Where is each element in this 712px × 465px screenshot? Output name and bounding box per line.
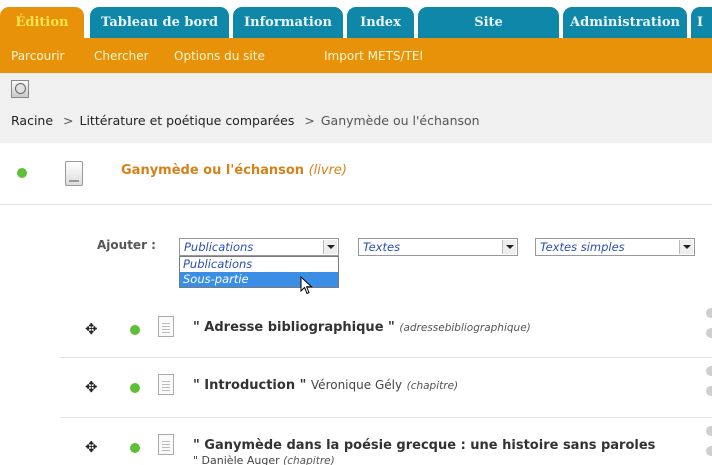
submenu-site-options[interactable]: Options du site: [174, 38, 265, 73]
mouse-cursor-icon: [300, 276, 313, 295]
entry-title-text[interactable]: " Introduction ": [193, 378, 306, 393]
publication-type: (livre): [308, 163, 347, 178]
chevron-down-icon[interactable]: [502, 240, 516, 254]
breadcrumb-current: Ganymède ou l'échanson: [320, 113, 480, 128]
dropdown-option-sous-partie[interactable]: Sous-partie: [180, 272, 338, 287]
tab-index[interactable]: Index: [347, 7, 414, 38]
entry-title[interactable]: " Ganymède dans la poésie grecque : une …: [193, 438, 655, 453]
breadcrumb-bar: Racine > Littérature et poétique comparée…: [0, 73, 712, 143]
document-icon: [158, 434, 174, 455]
tab-overflow[interactable]: I: [691, 7, 712, 38]
entry-subline: " Danièle Auger (chapitre): [193, 454, 335, 465]
publication-header: Ganymède ou l'échanson (livre): [0, 143, 712, 205]
list-item: ✥ " Ganymède dans la poésie grecque : un…: [60, 418, 712, 465]
chevron-down-icon[interactable]: [679, 240, 693, 254]
tab-information[interactable]: Information: [233, 7, 343, 38]
select-value: Textes: [363, 240, 401, 254]
publications-dropdown-list: Publications Sous-partie: [179, 256, 339, 288]
move-handle-icon[interactable]: ✥: [85, 378, 98, 396]
dropdown-option-publications[interactable]: Publications: [180, 257, 338, 272]
sub-navigation: Parcourir Chercher Options du site Impor…: [0, 38, 712, 73]
select-value: Textes simples: [540, 240, 625, 254]
image-icon[interactable]: [11, 80, 29, 98]
main-tab-bar: Édition Tableau de bord Information Inde…: [0, 0, 712, 38]
breadcrumb-level1[interactable]: Littérature et poétique comparées: [80, 113, 295, 128]
row-actions[interactable]: [706, 426, 712, 465]
tab-site[interactable]: Site: [418, 7, 559, 38]
entry-type: (adressebibliographique): [399, 322, 531, 334]
status-dot-icon[interactable]: [130, 443, 140, 453]
document-icon: [158, 374, 174, 395]
entry-title-text[interactable]: " Adresse bibliographique ": [193, 320, 395, 335]
breadcrumb: Racine > Littérature et poétique comparée…: [11, 113, 480, 128]
chevron-down-icon[interactable]: [323, 240, 337, 254]
document-icon: [158, 316, 174, 337]
row-actions[interactable]: [706, 308, 712, 348]
status-dot-icon[interactable]: [130, 325, 140, 335]
tab-edition[interactable]: Édition: [0, 7, 84, 38]
move-handle-icon[interactable]: ✥: [85, 438, 98, 456]
entry-title[interactable]: " Adresse bibliographique " (adressebibl…: [193, 320, 531, 335]
publication-title[interactable]: Ganymède ou l'échanson (livre): [121, 163, 347, 178]
select-value: Publications: [184, 240, 254, 254]
entry-title-text[interactable]: " Ganymède dans la poésie grecque : une …: [193, 438, 655, 453]
list-item: ✥ " Adresse bibliographique " (adressebi…: [60, 298, 712, 358]
book-icon: [65, 161, 83, 186]
submenu-import-mets-tei[interactable]: Import METS/TEI: [324, 38, 423, 73]
submenu-search[interactable]: Chercher: [94, 38, 149, 73]
entry-author: Véronique Gély: [310, 378, 403, 392]
entry-type: (chapitre): [406, 380, 459, 392]
entry-author: " Danièle Auger: [193, 454, 280, 465]
add-textes-simples-select[interactable]: Textes simples: [535, 238, 695, 256]
breadcrumb-separator: >: [304, 113, 315, 128]
entry-type: (chapitre): [283, 455, 335, 465]
add-label: Ajouter :: [97, 238, 156, 252]
tab-administration[interactable]: Administration: [563, 7, 687, 38]
tab-dashboard[interactable]: Tableau de bord: [90, 7, 229, 38]
add-textes-select[interactable]: Textes: [358, 238, 518, 256]
status-dot-icon[interactable]: [17, 168, 27, 178]
submenu-browse[interactable]: Parcourir: [11, 38, 64, 73]
breadcrumb-separator: >: [63, 113, 74, 128]
breadcrumb-root[interactable]: Racine: [11, 113, 53, 128]
list-item: ✥ " Introduction " Véronique Gély (chapi…: [60, 358, 712, 418]
entry-title[interactable]: " Introduction " Véronique Gély (chapitr…: [193, 378, 458, 393]
add-publications-select[interactable]: Publications: [179, 238, 339, 256]
move-handle-icon[interactable]: ✥: [85, 320, 98, 338]
status-dot-icon[interactable]: [130, 383, 140, 393]
row-actions[interactable]: [706, 366, 712, 406]
publication-title-text[interactable]: Ganymède ou l'échanson: [121, 163, 304, 178]
